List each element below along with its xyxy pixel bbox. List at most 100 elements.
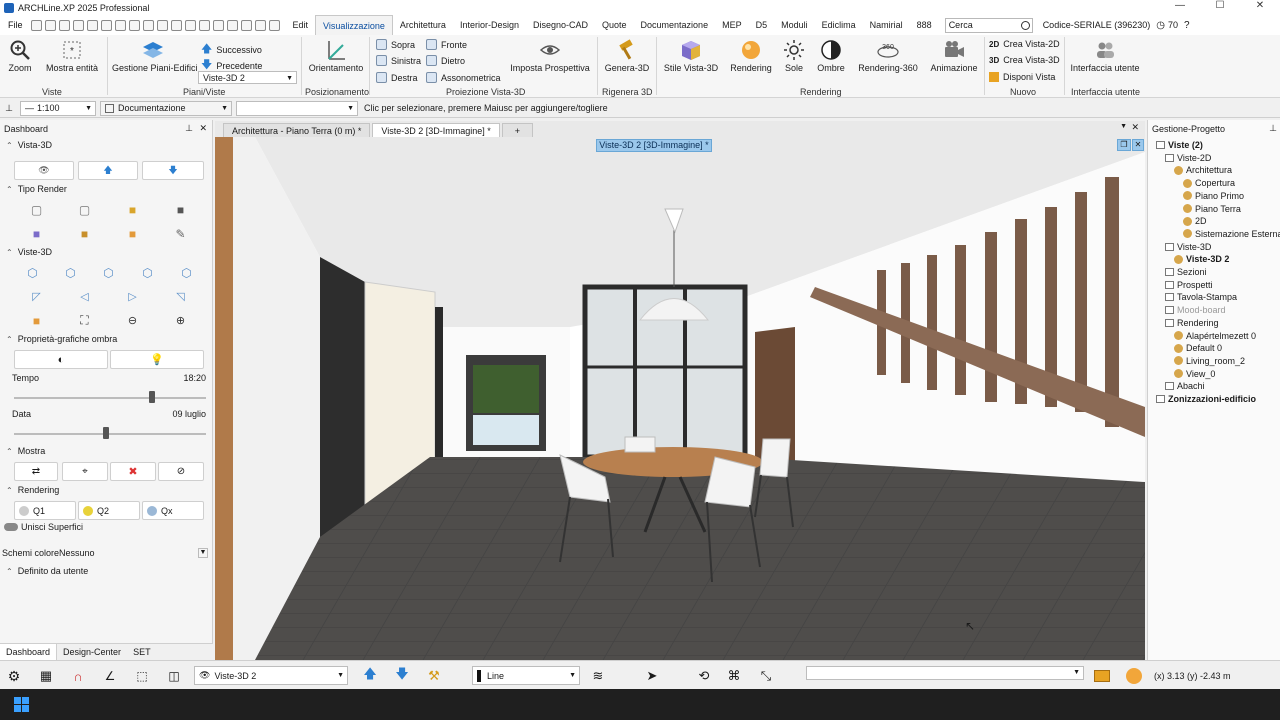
- copy-icon[interactable]: [128, 19, 140, 31]
- crea-vista-3d-button[interactable]: 3D Crea Vista-3D: [989, 55, 1060, 65]
- rendering-360-button[interactable]: 360 Rendering-360: [857, 39, 919, 73]
- render-texture-button[interactable]: ■: [70, 224, 99, 243]
- view-right-button[interactable]: ⬡: [133, 263, 162, 282]
- tab-documentazione[interactable]: Documentazione: [634, 15, 716, 35]
- light-toggle-button[interactable]: 💡: [110, 350, 204, 369]
- measure-icon[interactable]: ⤡: [756, 666, 776, 686]
- search-box[interactable]: Cerca: [944, 17, 1033, 33]
- tempo-slider-thumb[interactable]: [149, 391, 156, 403]
- quality-q2-button[interactable]: Q2: [78, 501, 140, 520]
- help-icon[interactable]: ?: [1184, 20, 1190, 31]
- tree-item[interactable]: Viste (2): [1156, 140, 1203, 150]
- disponi-vista-button[interactable]: Disponi Vista: [989, 72, 1055, 82]
- tab-moduli[interactable]: Moduli: [774, 15, 815, 35]
- search-input[interactable]: Cerca: [949, 20, 973, 30]
- restore-view-icon[interactable]: ❐: [1117, 139, 1131, 151]
- snap-icon[interactable]: ⊥: [0, 103, 18, 114]
- tab-mep[interactable]: MEP: [715, 15, 749, 35]
- close-view-icon[interactable]: ✕: [1132, 139, 1144, 151]
- sinistra-button[interactable]: Sinistra: [376, 55, 421, 66]
- grid-icon[interactable]: ▦: [36, 666, 56, 686]
- tab-architettura-piano-terra[interactable]: Architettura - Piano Terra (0 m) *: [223, 123, 371, 137]
- navigate-arrow-icon[interactable]: ➤: [642, 666, 662, 686]
- section-proprieta-ombra[interactable]: ⌃ Proprietà-grafiche ombra: [0, 332, 210, 346]
- schemi-value[interactable]: Nessuno: [59, 548, 95, 558]
- tree-item[interactable]: Viste-3D: [1165, 242, 1211, 252]
- dietro-button[interactable]: Dietro: [426, 55, 465, 66]
- quality-qx-button[interactable]: Qx: [142, 501, 204, 520]
- unisci-toggle[interactable]: Unisci Superfici: [4, 522, 83, 532]
- view-left-button[interactable]: ⬡: [94, 263, 123, 282]
- print-icon[interactable]: [72, 19, 84, 31]
- tree-item[interactable]: Zonizzazioni-edificio: [1156, 394, 1256, 404]
- imposta-prospettiva-button[interactable]: Imposta Prospettiva: [510, 39, 590, 73]
- tree-item[interactable]: Rendering: [1165, 318, 1219, 328]
- file-menu[interactable]: File: [0, 20, 31, 30]
- tree-item[interactable]: Abachi: [1165, 381, 1205, 391]
- tree-item[interactable]: Prospetti: [1165, 280, 1213, 290]
- tree-item[interactable]: Alapértelmezett 0: [1174, 331, 1256, 341]
- render-hidden-button[interactable]: ▢: [70, 200, 99, 219]
- tab-disegno-cad[interactable]: Disegno-CAD: [526, 15, 595, 35]
- interfaccia-button[interactable]: Interfaccia utente: [1070, 39, 1140, 73]
- data-slider-track[interactable]: [14, 433, 206, 435]
- quality-q1-button[interactable]: Q1: [14, 501, 76, 520]
- render-material-button[interactable]: ■: [118, 224, 147, 243]
- pin-icon[interactable]: ⊥: [185, 123, 193, 134]
- close-button[interactable]: ✕: [1240, 0, 1280, 11]
- redo-icon[interactable]: [100, 19, 112, 31]
- view-front-button[interactable]: ⬡: [56, 263, 85, 282]
- layout-sheet-icon[interactable]: [1092, 666, 1112, 686]
- open-icon[interactable]: [44, 19, 56, 31]
- bottom-view-dropdown[interactable]: 👁 Viste-3D 2 ▼: [194, 666, 348, 685]
- layers-3d-icon[interactable]: ◫: [164, 666, 184, 686]
- zoom-extent-button[interactable]: ⛶: [70, 311, 99, 330]
- render-sketch-button[interactable]: ✎: [166, 224, 195, 243]
- iso-sw-button[interactable]: ◸: [22, 287, 51, 306]
- tab-888[interactable]: 888: [910, 15, 939, 35]
- pencil-icon[interactable]: [170, 19, 182, 31]
- tab-architettura[interactable]: Architettura: [393, 15, 453, 35]
- undo-icon[interactable]: [86, 19, 98, 31]
- genera-3d-button[interactable]: Genera-3D: [604, 39, 650, 73]
- render-sphere-icon[interactable]: [1124, 666, 1144, 686]
- arrow-down-icon[interactable]: 🡇: [392, 666, 412, 686]
- tab-set[interactable]: SET: [127, 644, 157, 660]
- camera-view-button[interactable]: 👁: [14, 161, 74, 180]
- tree-item[interactable]: Sezioni: [1165, 267, 1207, 277]
- tab-interior-design[interactable]: Interior-Design: [453, 15, 526, 35]
- section-vista3d[interactable]: ⌃ Vista-3D: [0, 138, 210, 152]
- rendering-button[interactable]: Rendering: [729, 39, 773, 73]
- gestione-piani-button[interactable]: Gestione Piani-Edifici: [112, 39, 198, 73]
- tree-item[interactable]: Piano Primo: [1183, 191, 1244, 201]
- 3d-viewport[interactable]: ❐ ✕ ↖: [215, 137, 1145, 660]
- tree-item[interactable]: Tavola-Stampa: [1165, 292, 1237, 302]
- destra-button[interactable]: Destra: [376, 72, 418, 83]
- magnet-icon[interactable]: ∩: [68, 666, 88, 686]
- tree-item[interactable]: Default 0: [1174, 343, 1222, 353]
- ombre-button[interactable]: Ombre: [815, 39, 847, 73]
- tab-quote[interactable]: Quote: [595, 15, 634, 35]
- assonometrica-button[interactable]: Assonometrica: [426, 72, 501, 83]
- data-slider-thumb[interactable]: [103, 427, 110, 439]
- show-select-button[interactable]: ⌖: [62, 462, 108, 481]
- orientamento-button[interactable]: Orientamento: [308, 39, 364, 73]
- tab-d5[interactable]: D5: [749, 15, 775, 35]
- save-icon[interactable]: [58, 19, 70, 31]
- stile-vista-button[interactable]: Stile Vista-3D: [662, 39, 720, 73]
- arrow-up-icon[interactable]: 🡅: [360, 666, 380, 686]
- tempo-slider-track[interactable]: [14, 397, 206, 399]
- tree-item[interactable]: View_0: [1174, 369, 1215, 379]
- view-back-button[interactable]: ⬡: [172, 263, 201, 282]
- layers-stack-icon[interactable]: ≋: [588, 666, 608, 686]
- zoom-button[interactable]: Zoom: [6, 39, 34, 73]
- tab-viste-3d-2[interactable]: Viste-3D 2 [3D-Immagine] *: [372, 123, 500, 137]
- tree-item[interactable]: Viste-2D: [1165, 153, 1211, 163]
- chevron-down-icon[interactable]: ▼: [198, 548, 208, 558]
- render-wireframe-button[interactable]: ▢: [22, 200, 51, 219]
- tree-item[interactable]: Living_room_2: [1174, 356, 1245, 366]
- show-invisible-button[interactable]: ⊘: [158, 462, 204, 481]
- section-viste3d[interactable]: ⌃ Viste-3D: [0, 245, 210, 259]
- close-panel-icon[interactable]: ✕: [199, 123, 207, 134]
- dimension-icon[interactable]: [198, 19, 210, 31]
